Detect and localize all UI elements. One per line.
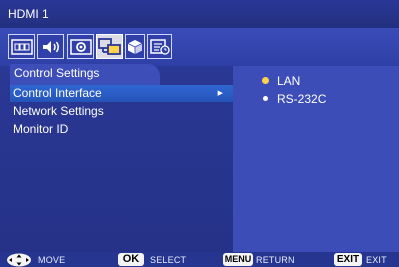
option-label: RS-232C [277,92,327,106]
section-title: Control Settings [10,64,160,86]
select-hint: OK SELECT [118,252,186,267]
submenu-arrow-icon: ▶ [217,90,223,97]
options-column: LAN RS-232C [233,66,399,252]
move-hint: MOVE [6,252,65,267]
radio-unselected-icon [263,96,268,102]
input-source-title: HDMI 1 [0,0,399,28]
tab-setup-gear-icon[interactable] [67,34,94,59]
select-label: SELECT [150,254,187,265]
dpad-icon [7,253,31,266]
tab-cube-icon[interactable] [125,34,145,59]
menu-item-label: Network Settings [13,104,104,118]
tab-schedule-list-icon[interactable] [147,34,172,59]
exit-key: EXIT [334,253,362,266]
menu-item-label: Monitor ID [13,122,69,136]
exit-label: EXIT [366,254,387,265]
option-lan[interactable]: LAN [263,73,300,89]
menu-tab-bar [0,28,399,66]
option-label: LAN [277,74,301,88]
menu-key: MENU [223,253,253,266]
ok-key: OK [118,253,144,266]
radio-selected-icon [263,78,268,84]
key-guide-bar: MOVE OK SELECT MENU RETURN EXIT EXIT [0,252,399,267]
move-label: MOVE [38,254,66,265]
menu-item-network-settings[interactable]: Network Settings [10,103,233,120]
menu-item-label: Control Interface [13,86,102,100]
tab-rgb-picture-icon[interactable] [8,34,35,59]
tab-speaker-sound-icon[interactable] [37,34,64,59]
osd-menu: HDMI 1 Control Settings Control Interfac… [0,0,399,267]
return-hint: MENU RETURN [223,252,295,267]
exit-hint: EXIT EXIT [334,252,387,267]
submenu-column: Control Settings Control Interface ▶ Net… [0,64,233,252]
settings-panel: Control Settings Control Interface ▶ Net… [0,64,399,252]
option-rs232c[interactable]: RS-232C [263,91,326,107]
menu-item-monitor-id[interactable]: Monitor ID [10,121,233,138]
menu-item-control-interface[interactable]: Control Interface ▶ [10,85,233,102]
return-label: RETURN [256,254,295,265]
tab-network-monitors-icon[interactable] [96,34,123,59]
